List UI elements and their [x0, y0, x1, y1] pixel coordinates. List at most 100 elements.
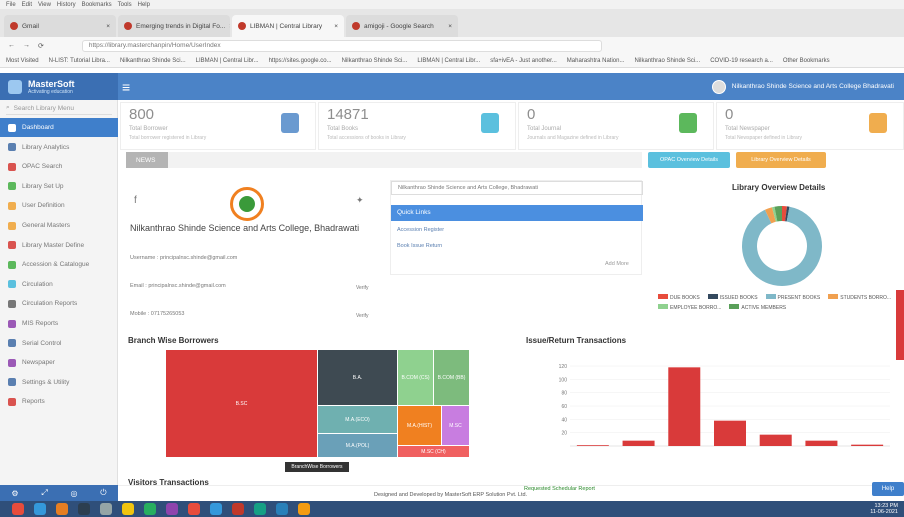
taskbar-app-icon[interactable]	[210, 503, 222, 515]
legend-item[interactable]: ACTIVE MEMBERS	[729, 304, 786, 311]
menu-edit[interactable]: Edit	[22, 2, 32, 8]
taskbar-app-icon[interactable]	[144, 503, 156, 515]
twitter-icon[interactable]: ✦	[356, 195, 364, 206]
bookmark-item[interactable]: LIBMAN | Central Libr...	[417, 58, 480, 64]
treemap-cell[interactable]: M.A.(POL)	[318, 434, 397, 457]
user-area[interactable]: Nilkanthrao Shinde Science and Arts Coll…	[711, 79, 904, 94]
power-icon[interactable]: ⏻	[100, 488, 106, 498]
sidebar-item-accession-catalogue[interactable]: Accession & Catalogue	[0, 255, 118, 274]
menu-help[interactable]: Help	[138, 2, 150, 8]
browser-tab[interactable]: Gmail ×	[4, 15, 116, 37]
sidebar-item-library-analytics[interactable]: Library Analytics	[0, 138, 118, 157]
taskbar-app-icon[interactable]	[34, 503, 46, 515]
sidebar-item-circulation-reports[interactable]: Circulation Reports	[0, 294, 118, 313]
taskbar-app-icon[interactable]	[298, 503, 310, 515]
legend-item[interactable]: STUDENTS BORRO...	[828, 294, 891, 301]
bookmark-item[interactable]: Maharashtra Nation...	[567, 58, 625, 64]
bar[interactable]	[622, 440, 655, 446]
bookmark-item[interactable]: Most Visited	[6, 58, 39, 64]
library-overview-button[interactable]: Library Overview Details	[736, 152, 826, 168]
quick-link-accession[interactable]: Accession Register	[397, 227, 444, 233]
close-icon[interactable]: ×	[229, 23, 230, 30]
bookmark-item[interactable]: Other Bookmarks	[783, 58, 830, 64]
taskbar-app-icon[interactable]	[56, 503, 68, 515]
opac-overview-button[interactable]: OPAC Overview Details	[648, 152, 730, 168]
legend-item[interactable]: DUE BOOKS	[658, 294, 700, 301]
treemap-cell[interactable]: M.A.(HIST)	[398, 406, 441, 445]
reload-icon[interactable]: ⟳	[38, 42, 44, 50]
sidebar-item-user-definition[interactable]: User Definition	[0, 196, 118, 215]
treemap-cell[interactable]: B.SC	[166, 350, 317, 457]
menu-tools[interactable]: Tools	[118, 2, 132, 8]
close-icon[interactable]: ×	[448, 23, 452, 30]
bar[interactable]	[576, 445, 609, 446]
taskbar-app-icon[interactable]	[254, 503, 266, 515]
facebook-icon[interactable]: f	[134, 195, 137, 206]
treemap-cell[interactable]: B.COM (CS)	[398, 350, 433, 405]
quick-link-issue-return[interactable]: Book Issue Return	[397, 243, 442, 249]
url-field[interactable]: https://library.masterchanpin/Home/UserI…	[81, 39, 602, 52]
settings-icon[interactable]: ⚙	[11, 489, 18, 498]
taskbar-app-icon[interactable]	[276, 503, 288, 515]
bar[interactable]	[714, 420, 746, 446]
bookmark-item[interactable]: sfa+ivEA - Just another...	[490, 58, 557, 64]
taskbar-app-icon[interactable]	[100, 503, 112, 515]
bookmark-item[interactable]: N-LIST: Tutorial Libra...	[49, 58, 110, 64]
legend-item[interactable]: PRESENT BOOKS	[765, 294, 820, 301]
sidebar-item-newspaper[interactable]: Newspaper	[0, 353, 118, 372]
bookmark-item[interactable]: COVID-19 research a...	[710, 58, 773, 64]
verify-email-link[interactable]: Verify	[356, 285, 369, 291]
sidebar-item-reports[interactable]: Reports	[0, 392, 118, 411]
verify-mobile-link[interactable]: Verify	[356, 313, 369, 319]
treemap-cell[interactable]: M.SC (CH)	[398, 446, 469, 457]
forward-icon[interactable]: →	[23, 42, 30, 49]
sidebar-item-general-masters[interactable]: General Masters	[0, 216, 118, 235]
sidebar-item-dashboard[interactable]: Dashboard	[0, 118, 118, 137]
stat-card[interactable]: 0 Total Journal Journals and Magazine defi…	[518, 102, 714, 150]
menu-bookmarks[interactable]: Bookmarks	[82, 2, 112, 8]
bookmark-item[interactable]: Nilkanthrao Shinde Sci...	[120, 58, 186, 64]
sidebar-item-library-master-define[interactable]: Library Master Define	[0, 236, 118, 255]
college-select[interactable]: Nilkanthrao Shinde Science and Arts Coll…	[391, 181, 643, 195]
stat-card[interactable]: 14871 Total Books Total accessions of book…	[318, 102, 516, 150]
close-icon[interactable]: ×	[334, 23, 338, 30]
sidebar-item-library-set-up[interactable]: Library Set Up	[0, 177, 118, 196]
bookmark-item[interactable]: https://sites.google.co...	[269, 58, 332, 64]
browser-tab[interactable]: Emerging trends in Digital Fo...×	[118, 15, 230, 37]
browser-tab[interactable]: LIBMAN | Central Library ×	[232, 15, 344, 37]
sidebar-item-opac-search[interactable]: OPAC Search	[0, 157, 118, 176]
help-button[interactable]: Help	[872, 482, 904, 496]
back-icon[interactable]: ←	[8, 42, 15, 49]
legend-item[interactable]: ISSUED BOOKS	[707, 294, 758, 301]
close-icon[interactable]: ×	[106, 23, 110, 30]
taskbar-app-icon[interactable]	[166, 503, 178, 515]
browser-tab[interactable]: amigoji - Google Search ×	[346, 15, 458, 37]
treemap-cell[interactable]: M.A.(ECO)	[318, 406, 397, 433]
treemap-cell[interactable]: B.COM (BB)	[434, 350, 469, 405]
sidebar-search[interactable]: ⌕ Search Library Menu	[6, 102, 112, 115]
resize-icon[interactable]: ⤢	[41, 488, 47, 498]
lock-icon[interactable]: ◎	[70, 489, 77, 498]
sidebar-item-mis-reports[interactable]: MIS Reports	[0, 314, 118, 333]
bar[interactable]	[805, 440, 838, 446]
menu-file[interactable]: File	[6, 2, 16, 8]
bar[interactable]	[851, 444, 884, 446]
sidebar-item-settings-utility[interactable]: Settings & Utility	[0, 373, 118, 392]
add-more-link[interactable]: Add More	[605, 261, 629, 267]
legend-item[interactable]: EMPLOYEE BORRO...	[658, 304, 721, 311]
bar[interactable]	[759, 434, 792, 446]
taskbar-app-icon[interactable]	[78, 503, 90, 515]
sidebar-item-circulation[interactable]: Circulation	[0, 275, 118, 294]
hamburger-icon[interactable]: ≡	[122, 79, 130, 95]
sidebar-search-input[interactable]: Search Library Menu	[14, 105, 74, 112]
bookmark-item[interactable]: Nilkanthrao Shinde Sci...	[634, 58, 700, 64]
treemap-cell[interactable]: M.SC	[442, 406, 469, 445]
taskbar-app-icon[interactable]	[122, 503, 134, 515]
taskbar-app-icon[interactable]	[12, 503, 24, 515]
treemap-cell[interactable]: B.A.	[318, 350, 397, 405]
bookmark-item[interactable]: Nilkanthrao Shinde Sci...	[342, 58, 408, 64]
feedback-tab[interactable]	[896, 290, 904, 360]
bar[interactable]	[668, 367, 701, 446]
stat-card[interactable]: 0 Total Newspaper Total Newspaper defined …	[716, 102, 904, 150]
stat-card[interactable]: 800 Total Borrower Total borrower register…	[120, 102, 316, 150]
